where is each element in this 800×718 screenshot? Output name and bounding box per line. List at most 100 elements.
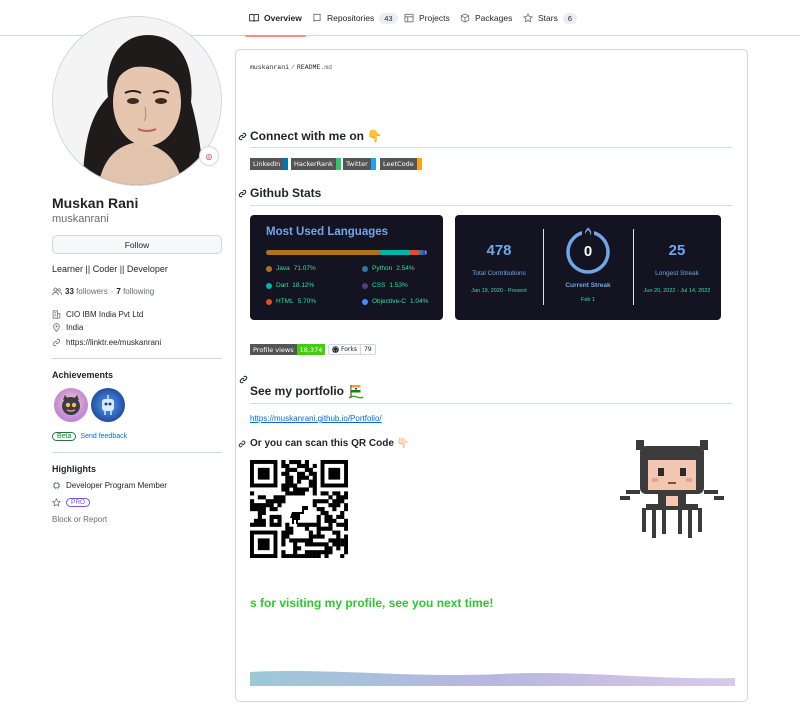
hackerrank-badge[interactable]: HackerRank [291,158,341,170]
company-detail: CIO IBM India Pvt Ltd [52,310,143,319]
people-icon [52,287,62,296]
link-anchor-icon[interactable] [238,132,247,141]
language-name: Python [372,265,393,272]
follow-stats: 33 followers · 7 following [52,287,154,296]
tab-stars-label: Stars [538,13,558,23]
profile-views-value: 18,374 [296,344,326,355]
linkedin-badge-label: LinkedIn [250,158,284,170]
tab-stars[interactable]: Stars 6 [523,0,578,36]
sidebar-divider [52,452,222,453]
top-languages-title: Most Used Languages [266,226,389,238]
language-bar-segment [380,250,410,255]
top-languages-card[interactable]: Most Used Languages Java 71.07% Python 2.5… [250,215,443,320]
link-anchor-icon[interactable] [239,375,248,384]
forks-label: Forks [341,346,357,353]
qr-heading: Or you can scan this QR Code 👇🏻 [238,438,409,449]
language-dot [362,282,368,289]
achievement-badge-quickdraw[interactable] [91,388,125,422]
following-count: 7 [116,287,121,296]
language-percent: 1.53% [389,282,408,289]
language-dot [362,298,368,305]
repo-icon [313,13,321,22]
leetcode-badge[interactable]: LeetCode [380,158,422,170]
linkedin-badge[interactable]: LinkedIn [250,158,289,170]
avatar-illustration [53,17,221,185]
star-icon [523,13,533,23]
language-item: Dart 18.12% [266,282,314,289]
avatar[interactable] [52,16,222,186]
location-text: India [66,323,84,332]
profile-login: muskanrani [52,213,109,225]
language-percent: 2.54% [396,265,415,272]
developer-program-text: Developer Program Member [66,481,167,490]
achievements-heading: Achievements [52,370,114,380]
readme-panel: muskanrani / README.md Connect with me on … [235,49,748,702]
portfolio-heading-text: See my portfolio [250,384,345,398]
location-icon [53,323,60,332]
followers-link[interactable]: 33 followers [65,287,108,296]
heading-rule [250,147,733,148]
book-icon [249,14,259,22]
language-percent: 71.07% [293,265,316,272]
languages-progress-bar [266,250,427,255]
total-contributions-value: 478 [486,242,512,259]
tab-repositories-label: Repositories [327,13,375,23]
following-link[interactable]: 7 following [116,287,154,296]
profile-views-label: Profile views [250,344,297,355]
robot-badge-icon [102,395,114,415]
profile-views-badge: Profile views 18,374 [250,344,326,355]
separator-dot: · [110,287,114,296]
thanks-message: s for visiting my profile, see you next … [250,596,494,610]
qr-code-image [250,460,348,558]
longest-streak-label: Longest Streak [655,270,699,277]
tab-overview[interactable]: Overview [245,0,306,37]
tab-packages-label: Packages [475,13,513,23]
pro-item: PRO [52,498,91,507]
tab-projects[interactable]: Projects [404,0,450,36]
language-name: Dart [276,282,289,289]
follow-button[interactable]: Follow [52,235,222,254]
location-detail: India [52,323,83,332]
tab-repositories[interactable]: Repositories 43 [312,0,398,36]
block-report-link[interactable]: Block or Report [52,515,107,524]
language-item: HTML 5.70% [266,298,316,305]
language-percent: 18.12% [292,282,315,289]
link-anchor-icon[interactable] [238,189,247,198]
tab-packages[interactable]: Packages [460,0,512,36]
twitter-badge-label: Twitter [343,158,371,170]
language-dot [266,265,272,272]
hackerrank-badge-label: HackerRank [291,158,336,170]
forks-badge[interactable]: Forks 79 [328,344,376,355]
send-feedback-link[interactable]: Send feedback [80,433,127,440]
connect-heading-text: Connect with me on 👇 [250,129,383,143]
tab-projects-label: Projects [419,13,450,23]
twitter-badge[interactable]: Twitter [343,158,376,170]
readme-file-link[interactable]: README [297,64,320,71]
stars-count: 6 [562,12,578,24]
followers-label: followers [76,287,108,296]
sidebar-divider [52,358,222,359]
portfolio-link[interactable]: https://muskanrani.github.io/Portfolio/ [250,414,382,423]
language-name: HTML [276,298,294,305]
website-link[interactable]: https://linktr.ee/muskanrani [66,338,161,347]
connect-heading: Connect with me on 👇 [238,129,383,143]
beta-label: Beta [52,432,77,441]
github-stats-heading: Github Stats [238,186,321,200]
total-contributions-range: Jan 19, 2020 - Present [471,288,527,294]
language-item: Java 71.07% [266,265,316,272]
language-item: CSS 1.53% [362,282,408,289]
website-detail[interactable]: https://linktr.ee/muskanrani [52,338,161,347]
language-name: CSS [372,282,386,289]
link-anchor-icon[interactable] [238,440,246,448]
language-dot [266,282,272,289]
status-emoji-icon[interactable]: ◎ [199,146,219,166]
cpu-icon [52,481,61,490]
language-percent: 5.70% [297,298,317,305]
profile-bio: Learner || Coder || Developer [52,264,168,274]
current-streak-label: Current Streak [565,282,611,289]
achievement-badge-yolo[interactable] [54,388,88,422]
readme-owner-link[interactable]: muskanrani [250,64,289,71]
readme-file-extension: .md [320,64,333,71]
streak-stats-card[interactable]: 478 Total Contributions Jan 19, 2020 - P… [455,215,721,320]
language-name: Objective-C [372,298,406,305]
